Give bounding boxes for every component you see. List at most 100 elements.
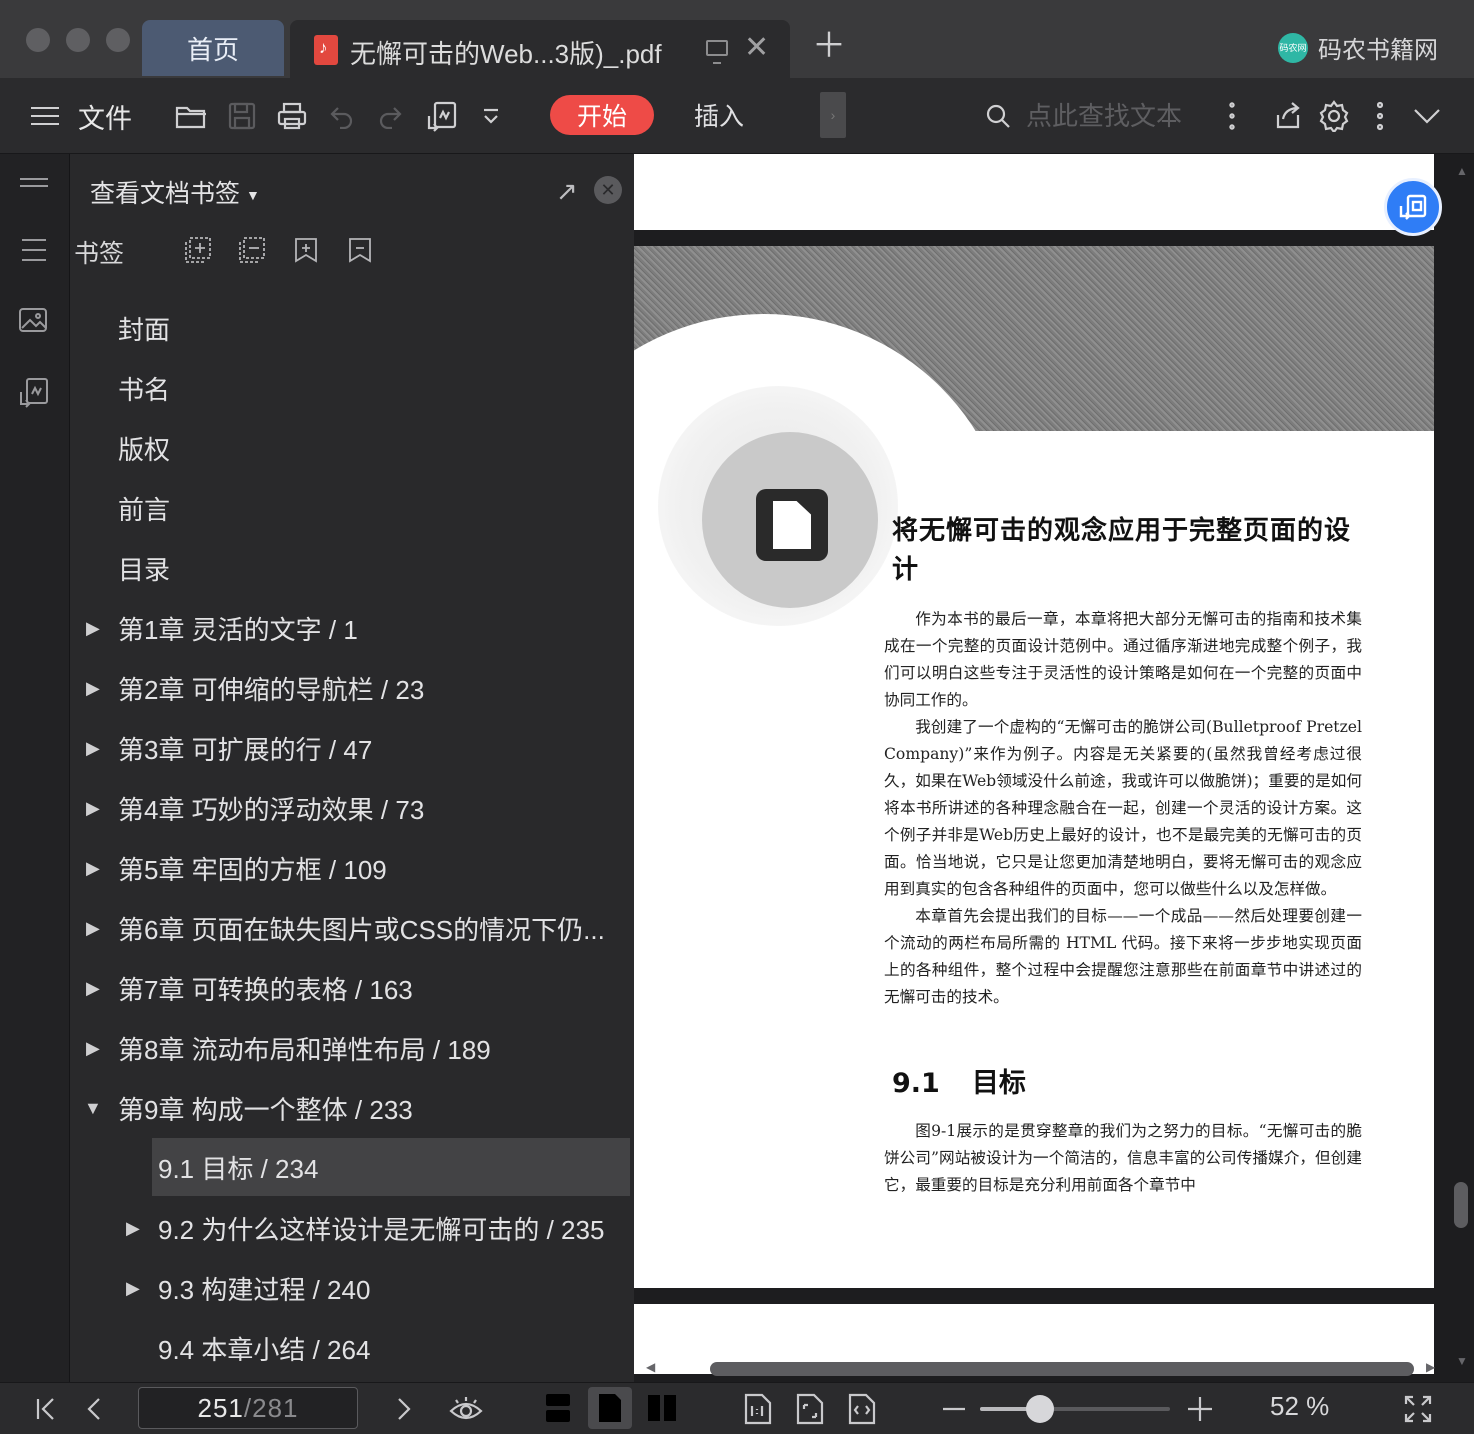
bookmark-item[interactable]: 9.4 本章小结 / 264 <box>70 1318 630 1378</box>
panel-close-icon[interactable]: ✕ <box>594 176 622 204</box>
tab-close-icon[interactable]: ✕ <box>744 30 769 66</box>
bookmark-item[interactable]: 书名 <box>70 358 630 418</box>
tab-insert[interactable]: 插入 <box>694 95 744 135</box>
zoom-slider-handle[interactable] <box>1026 1395 1054 1423</box>
bookmark-item[interactable]: ▶ 第4章 巧妙的浮动效果 / 73 <box>70 778 630 838</box>
more-vertical-icon[interactable] <box>1222 78 1242 154</box>
continuous-view-icon[interactable] <box>536 1387 580 1429</box>
ribbon-scroll-button[interactable]: › <box>820 92 846 138</box>
bookmark-item[interactable]: 目录 <box>70 538 630 598</box>
zoom-level[interactable]: 52 % <box>1270 1391 1329 1422</box>
scroll-up-icon[interactable]: ▲ <box>1456 164 1468 178</box>
search-icon[interactable] <box>982 78 1014 154</box>
eye-protection-icon[interactable] <box>446 1383 486 1434</box>
bookmark-item[interactable]: ▶ 9.3 构建过程 / 240 <box>70 1258 630 1318</box>
previous-page-icon[interactable] <box>80 1383 108 1434</box>
brand-account[interactable]: 码农网 码农书籍网 <box>1278 30 1438 65</box>
screen-icon[interactable] <box>706 40 728 64</box>
expand-arrow-icon[interactable]: ▶ <box>86 618 100 639</box>
page-number-field[interactable]: 251/281 <box>138 1387 358 1429</box>
expand-arrow-icon[interactable]: ▶ <box>86 798 100 819</box>
bookmark-item[interactable]: ▶ 第8章 流动布局和弹性布局 / 189 <box>70 1018 630 1078</box>
bookmark-item[interactable]: ▶ 第2章 可伸缩的导航栏 / 23 <box>70 658 630 718</box>
fit-width-icon[interactable] <box>844 1383 880 1434</box>
zoom-in-icon[interactable] <box>1184 1383 1216 1434</box>
bookmark-item[interactable]: ▶ 第3章 可扩展的行 / 47 <box>70 718 630 778</box>
undo-icon[interactable] <box>324 78 360 154</box>
bookmark-panel: 查看文档书签 ▼ ↗ ✕ 书签 封面 书名 版权 前言 目录 ▶ 第1章 灵活的文字… <box>70 154 634 1382</box>
tab-home[interactable]: 首页 <box>142 20 284 76</box>
file-menu[interactable]: 文件 <box>78 78 132 154</box>
horizontal-scroll-thumb[interactable] <box>710 1362 1414 1376</box>
open-folder-icon[interactable] <box>172 78 212 154</box>
bookmark-item[interactable]: ▶ 9.2 为什么这样设计是无懈可击的 / 235 <box>70 1198 630 1258</box>
expand-arrow-icon[interactable]: ▶ <box>126 1218 140 1239</box>
dropdown-icon[interactable] <box>476 78 506 154</box>
thumbnail-icon[interactable] <box>18 306 50 338</box>
collapse-arrow-icon[interactable]: ▼ <box>84 1098 102 1119</box>
single-page-view-icon[interactable] <box>588 1387 632 1429</box>
window-zoom-button[interactable] <box>106 28 130 52</box>
bookmark-view-dropdown[interactable]: 查看文档书签 ▼ <box>90 174 260 210</box>
next-page-icon[interactable] <box>390 1383 418 1434</box>
pop-out-icon[interactable]: ↗ <box>556 176 578 207</box>
settings-icon[interactable] <box>1316 78 1352 154</box>
more-icon[interactable] <box>1370 78 1390 154</box>
pdf-tool-icon[interactable] <box>18 376 50 408</box>
fullscreen-icon[interactable] <box>1400 1383 1436 1434</box>
scroll-right-icon[interactable]: ▶ <box>1426 1360 1435 1374</box>
add-bookmark-icon[interactable] <box>292 236 320 264</box>
chevron-down-icon[interactable] <box>1410 78 1444 154</box>
tab-document[interactable]: 无懈可击的Web...3版)_.pdf ✕ <box>290 20 790 78</box>
expand-arrow-icon[interactable]: ▶ <box>86 918 100 939</box>
fit-page-icon[interactable] <box>792 1383 828 1434</box>
bookmark-item[interactable]: ▶ 第5章 牢固的方框 / 109 <box>70 838 630 898</box>
scroll-down-icon[interactable]: ▼ <box>1456 1354 1468 1368</box>
bookmark-item[interactable]: 封面 <box>70 298 630 358</box>
bookmark-item[interactable]: 版权 <box>70 418 630 478</box>
expand-all-icon[interactable] <box>184 236 212 264</box>
title-bar: 首页 无懈可击的Web...3版)_.pdf ✕ ＋ 码农网 码农书籍网 <box>0 0 1474 78</box>
bookmark-item[interactable]: ▼ 第9章 构成一个整体 / 233 <box>70 1078 630 1138</box>
bookmark-item-selected[interactable]: 9.1 目标 / 234 <box>152 1138 630 1196</box>
remove-bookmark-icon[interactable] <box>346 236 374 264</box>
expand-arrow-icon[interactable]: ▶ <box>86 978 100 999</box>
status-bar: 251/281 52 % <box>0 1382 1474 1434</box>
expand-arrow-icon[interactable]: ▶ <box>86 858 100 879</box>
redo-icon[interactable] <box>372 78 408 154</box>
collapse-panel-icon[interactable] <box>18 176 50 208</box>
bookmark-label: 9.4 本章小结 / 264 <box>158 1334 371 1365</box>
collapse-all-icon[interactable] <box>238 236 266 264</box>
save-icon[interactable] <box>222 78 262 154</box>
new-tab-button[interactable]: ＋ <box>812 26 846 66</box>
tab-start[interactable]: 开始 <box>550 95 654 135</box>
floating-convert-button[interactable] <box>1384 178 1442 236</box>
zoom-out-icon[interactable] <box>938 1383 970 1434</box>
pdf-convert-icon[interactable] <box>422 78 462 154</box>
outline-icon[interactable] <box>18 236 50 268</box>
expand-arrow-icon[interactable]: ▶ <box>126 1278 140 1299</box>
two-page-view-icon[interactable] <box>640 1387 684 1429</box>
bookmark-item[interactable]: 前言 <box>70 478 630 538</box>
window-minimize-button[interactable] <box>66 28 90 52</box>
horizontal-scrollbar[interactable]: ◀ ▶ <box>634 1358 1450 1382</box>
bookmark-item[interactable]: ▶ 第7章 可转换的表格 / 163 <box>70 958 630 1018</box>
search-input[interactable]: 点此查找文本 <box>1026 96 1182 133</box>
previous-page <box>634 154 1434 230</box>
vertical-scroll-thumb[interactable] <box>1454 1182 1468 1228</box>
expand-arrow-icon[interactable]: ▶ <box>86 1038 100 1059</box>
menu-icon[interactable] <box>30 78 60 154</box>
actual-size-icon[interactable] <box>740 1383 776 1434</box>
bookmark-label: 第5章 牢固的方框 / 109 <box>118 854 387 885</box>
window-close-button[interactable] <box>26 28 50 52</box>
print-icon[interactable] <box>272 78 312 154</box>
vertical-scrollbar[interactable]: ▲ ▼ <box>1450 154 1474 1382</box>
expand-arrow-icon[interactable]: ▶ <box>86 678 100 699</box>
document-viewport[interactable]: 将无懈可击的观念应用于完整页面的设计 作为本书的最后一章，本章将把大部分无懈可击… <box>634 154 1474 1382</box>
expand-arrow-icon[interactable]: ▶ <box>86 738 100 759</box>
scroll-left-icon[interactable]: ◀ <box>646 1360 655 1374</box>
share-icon[interactable] <box>1270 78 1306 154</box>
bookmark-item[interactable]: ▶ 第1章 灵活的文字 / 1 <box>70 598 630 658</box>
bookmark-item[interactable]: ▶ 第6章 页面在缺失图片或CSS的情况下仍... <box>70 898 630 958</box>
first-page-icon[interactable] <box>30 1383 62 1434</box>
